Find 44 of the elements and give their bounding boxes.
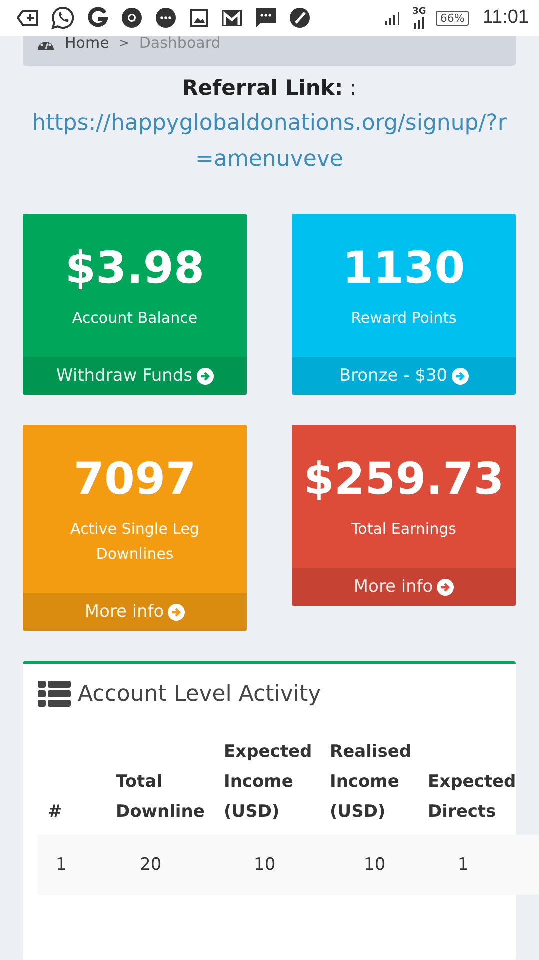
card-footer-link[interactable]: More info [23,593,247,631]
column-header: # [38,737,106,835]
arrow-circle-icon [168,604,186,620]
table-cell: 1 [56,855,67,875]
breadcrumb-separator: > [119,36,130,50]
column-header: Realised Income (USD) [320,737,418,835]
referral-link[interactable]: https://happyglobaldonations.org/signup/?r=amenuveve [23,106,516,178]
stat-value: $3.98 [64,242,206,296]
battery-indicator: 66% [436,10,469,26]
arrow-circle-icon [196,368,214,384]
clock: 11:01 [482,7,529,29]
table-cell: 10 [364,855,386,875]
card-footer-link[interactable]: More info [292,568,516,606]
card-title: Account Level Activity [78,682,322,706]
stat-value: 1130 [342,242,466,296]
stat-value: 7097 [72,453,198,507]
table-cell: 20 [140,855,162,875]
chat-bubble-icon [51,6,75,30]
arrow-circle-icon [437,578,454,596]
stat-label: Active Single Leg Downlines [70,519,200,565]
table-cell: 1 [458,855,469,875]
column-header: Total Downline [106,737,214,835]
stat-label: Reward Points [350,308,458,329]
brush-icon [289,7,311,29]
stat-label: Account Balance [71,308,199,329]
sms-icon [255,7,277,29]
mail-icon [221,9,243,27]
stat-value: $259.73 [302,453,506,507]
image-icon [189,8,209,28]
breadcrumb-link[interactable]: Dashboard [139,36,221,50]
arrow-circle-icon [452,368,469,384]
message-icon [155,7,177,29]
referral-label: Referral Link: : [181,75,358,102]
breadcrumb-link[interactable]: Home [65,36,110,50]
browser-icon [121,7,143,29]
card-footer-link[interactable]: Bronze - $30 [292,357,516,395]
backspace-icon [17,9,39,27]
column-header: Expected Income (USD) [214,737,320,835]
card-footer-link[interactable]: Withdraw Funds [23,357,247,395]
column-header: Expected Directs [418,737,539,835]
list-icon [38,681,71,707]
network-type: 3G [412,8,426,16]
stat-label: Total Earnings [350,519,458,540]
table-cell: 10 [254,855,276,875]
